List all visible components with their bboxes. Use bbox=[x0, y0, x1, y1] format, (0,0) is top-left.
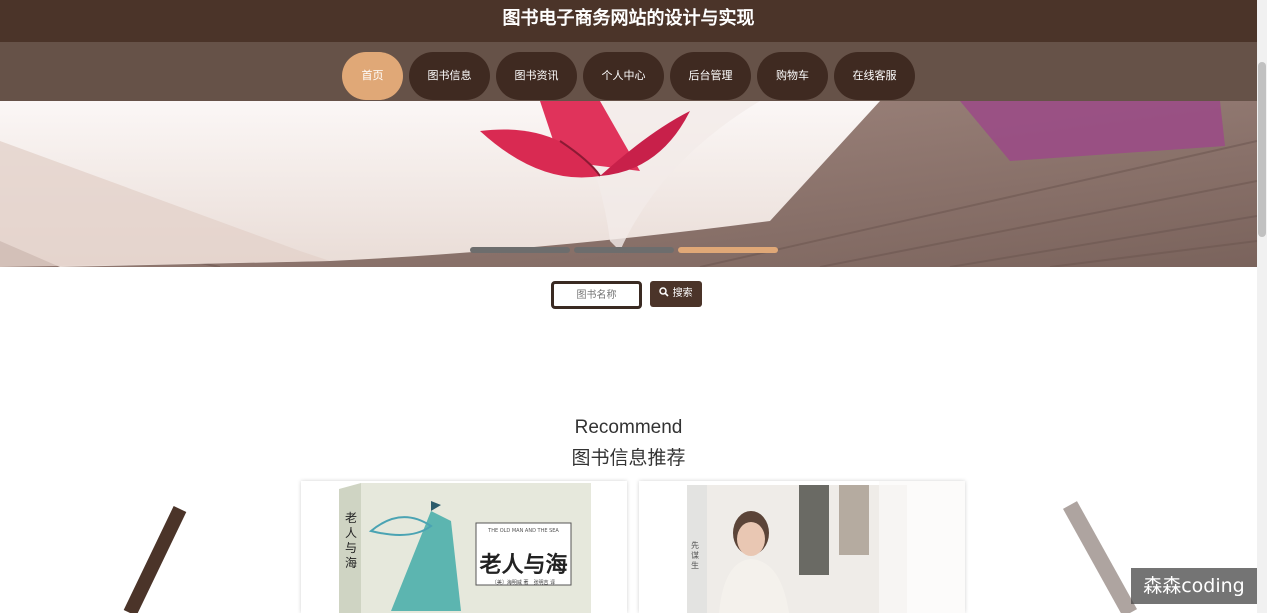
hero-banner-image bbox=[0, 101, 1257, 267]
right-slider-arrow-icon[interactable] bbox=[1040, 495, 1140, 613]
carousel-indicators bbox=[470, 247, 778, 253]
main-nav: 首页 图书信息 图书资讯 个人中心 后台管理 购物车 在线客服 bbox=[0, 52, 1257, 100]
nav-item-customer-service[interactable]: 在线客服 bbox=[834, 52, 915, 100]
book-author: 〔美〕海明威 著 张明吉 译 bbox=[491, 580, 556, 586]
book-card[interactable]: 先谋生 bbox=[639, 481, 965, 613]
book-spine-title: 先谋生 bbox=[691, 541, 699, 570]
carousel-dot-2[interactable] bbox=[574, 247, 674, 253]
search-input[interactable] bbox=[551, 281, 642, 309]
carousel-dot-3[interactable] bbox=[678, 247, 778, 253]
book-cover-title: 老人与海 bbox=[479, 553, 568, 578]
search-button[interactable]: 搜索 bbox=[650, 281, 702, 307]
nav-item-book-info[interactable]: 图书信息 bbox=[409, 52, 490, 100]
search-button-label: 搜索 bbox=[672, 288, 693, 299]
book-cover-image bbox=[639, 481, 965, 613]
book-card[interactable]: 老人与海 THE OLD MAN AND THE SEA 老人与海 〔美〕海明威… bbox=[301, 481, 627, 613]
watermark: 森森coding bbox=[1131, 568, 1257, 604]
recommend-title-cn: 图书信息推荐 bbox=[571, 447, 686, 469]
book-spine-title: 老人与海 bbox=[345, 511, 358, 570]
recommend-title-en: Recommend bbox=[574, 417, 683, 438]
nav-item-home[interactable]: 首页 bbox=[342, 52, 403, 100]
left-slider-arrow-icon[interactable] bbox=[110, 505, 200, 613]
nav-item-book-news[interactable]: 图书资讯 bbox=[496, 52, 577, 100]
scrollbar-thumb[interactable] bbox=[1258, 62, 1266, 237]
hero-banner[interactable] bbox=[0, 101, 1257, 267]
site-header: 图书电子商务网站的设计与实现 bbox=[0, 0, 1257, 42]
search-icon bbox=[659, 287, 672, 299]
carousel-dot-1[interactable] bbox=[470, 247, 570, 253]
nav-item-personal-center[interactable]: 个人中心 bbox=[583, 52, 664, 100]
nav-item-admin[interactable]: 后台管理 bbox=[670, 52, 751, 100]
site-title: 图书电子商务网站的设计与实现 bbox=[502, 8, 755, 29]
book-cover-en: THE OLD MAN AND THE SEA bbox=[488, 528, 559, 534]
nav-item-cart[interactable]: 购物车 bbox=[757, 52, 828, 100]
